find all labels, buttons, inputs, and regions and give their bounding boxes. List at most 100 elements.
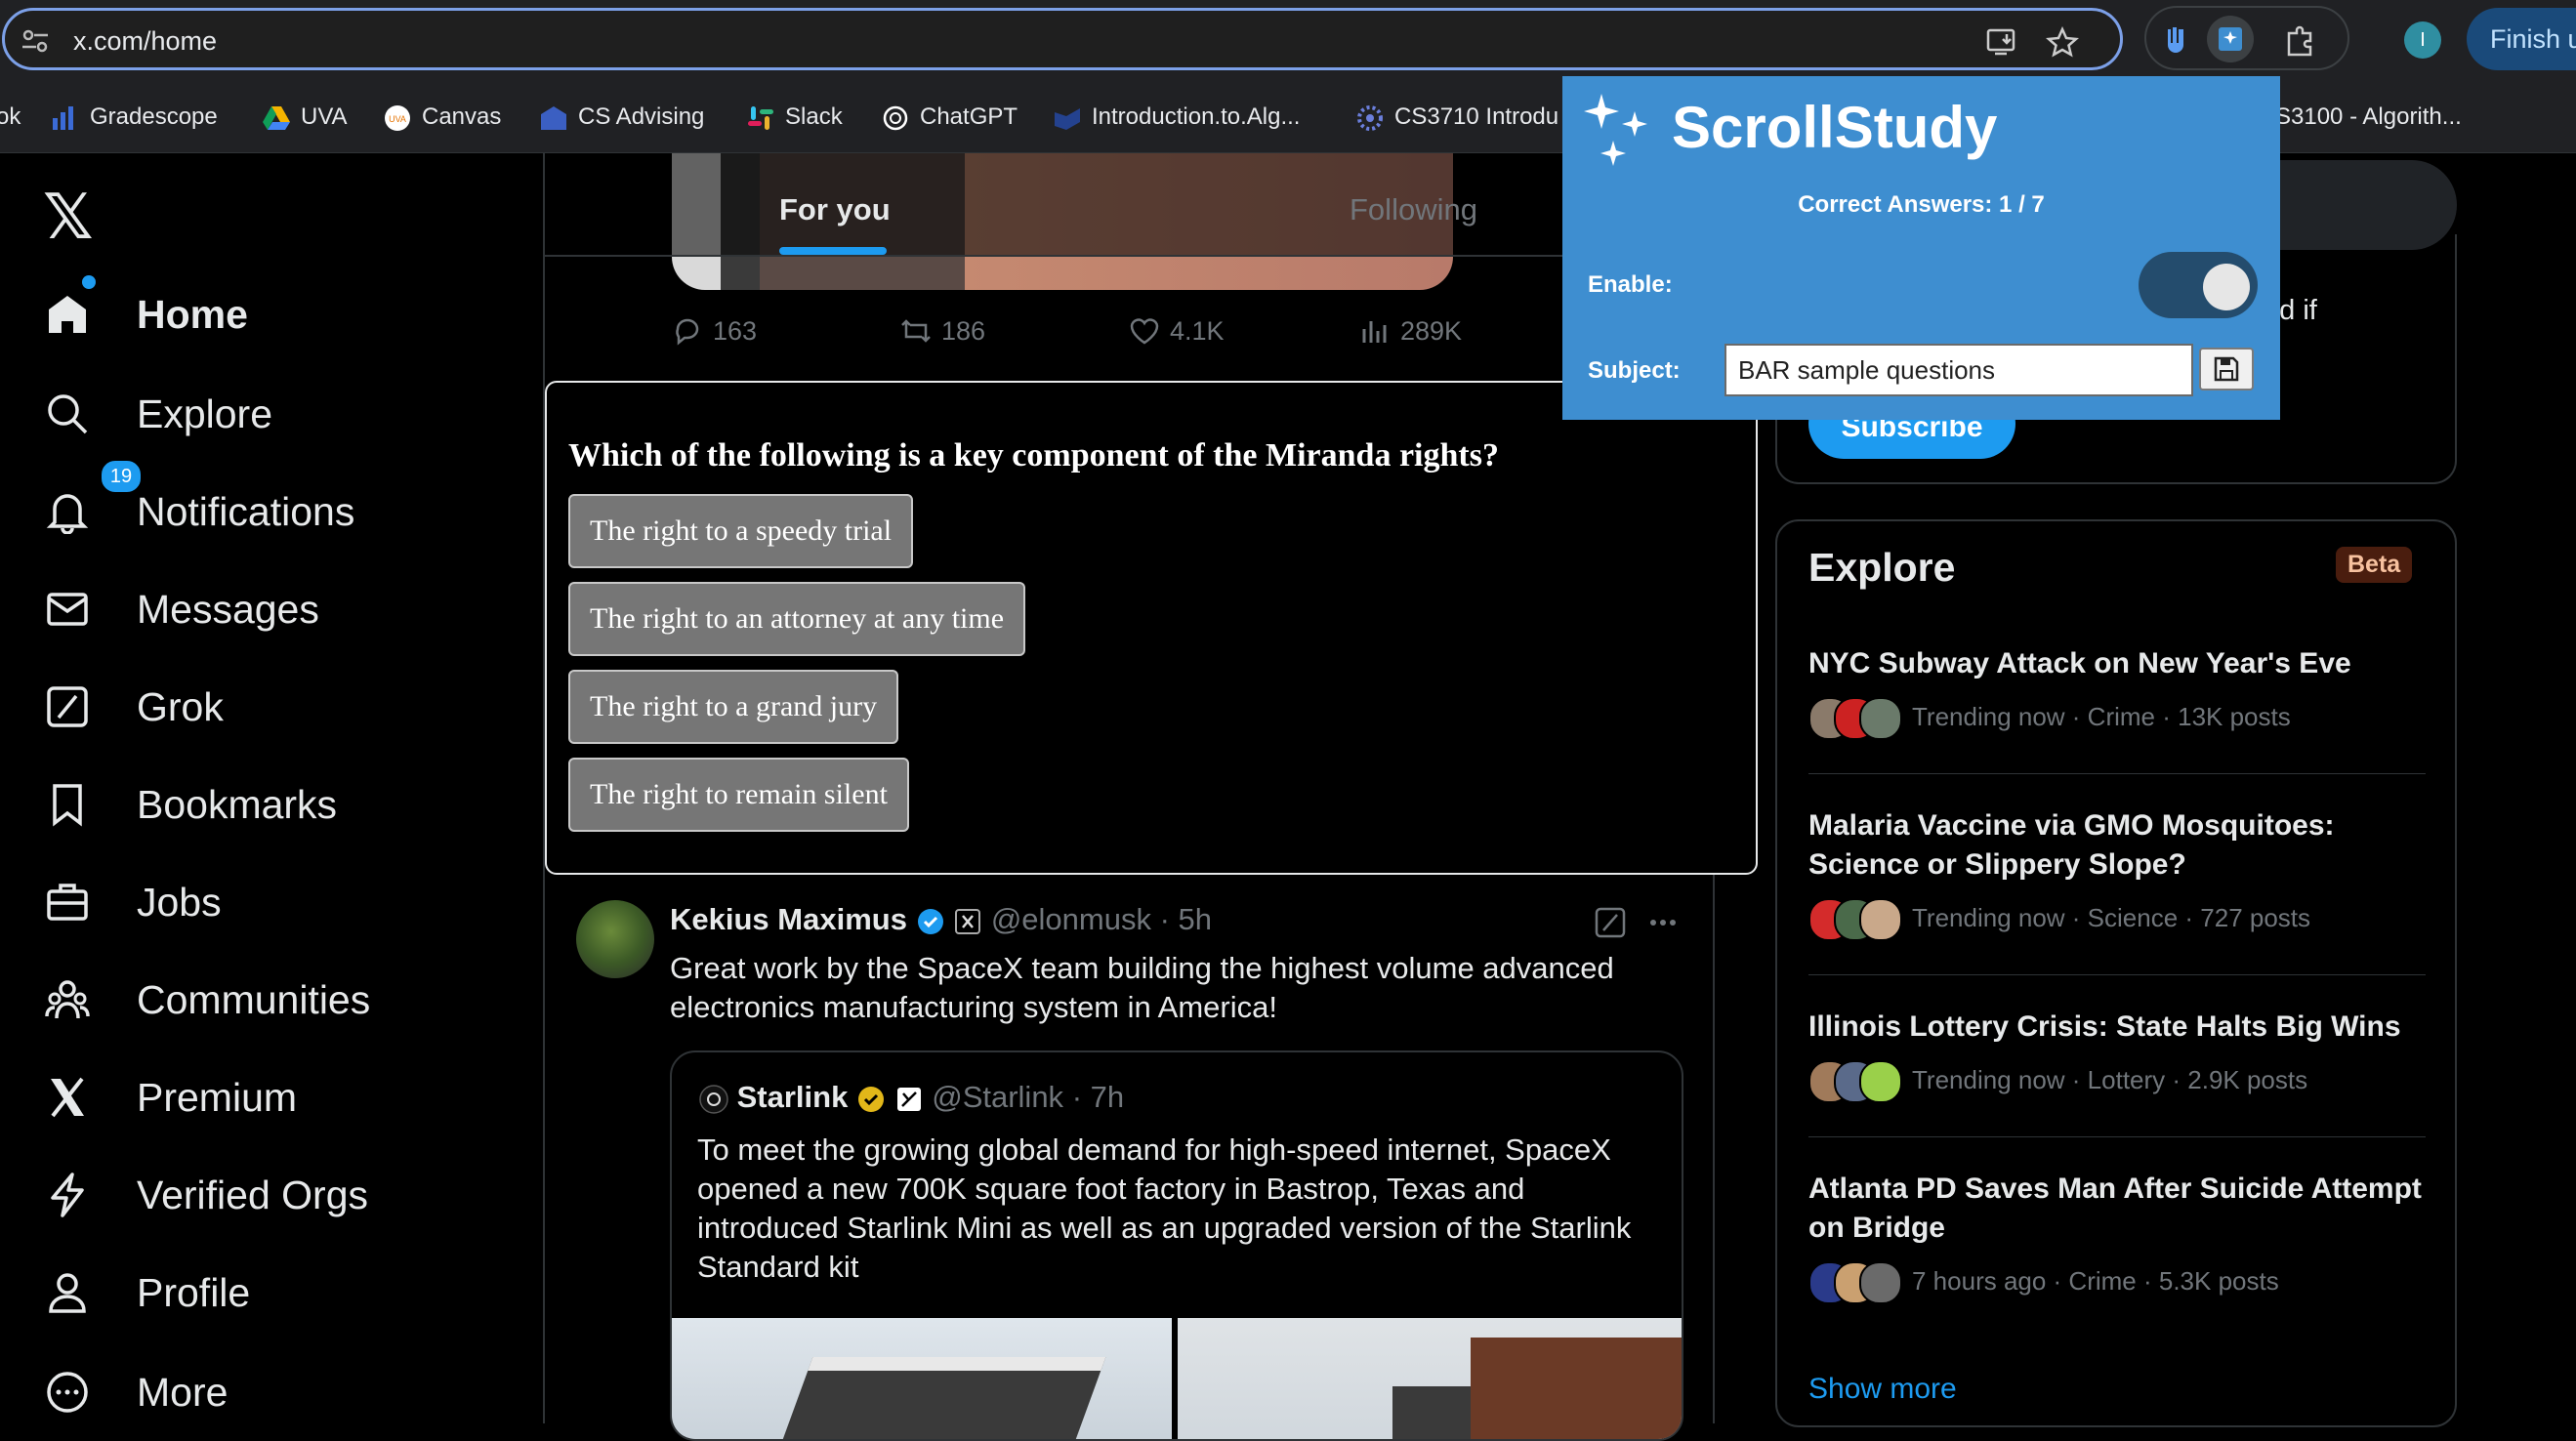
avatar[interactable] bbox=[576, 900, 654, 978]
star-bookmark-icon[interactable] bbox=[2046, 26, 2079, 58]
nav-grok[interactable]: Grok bbox=[45, 676, 224, 738]
starlink-avatar-icon bbox=[699, 1085, 728, 1114]
brick-building bbox=[1471, 1338, 1682, 1439]
verified-badge-icon bbox=[917, 908, 943, 934]
bookmark-slack[interactable]: Slack bbox=[746, 103, 843, 132]
views-button[interactable]: 289K bbox=[1359, 315, 1462, 347]
bar-chart-icon bbox=[53, 105, 73, 130]
trend-meta: Trending now · Crime · 13K posts bbox=[1808, 697, 2291, 740]
nav-more[interactable]: More bbox=[45, 1361, 228, 1423]
bookmark-icon bbox=[53, 784, 82, 827]
nav-explore[interactable]: Explore bbox=[45, 383, 272, 445]
repost-button[interactable]: 186 bbox=[900, 315, 985, 347]
quote-text: To meet the growing global demand for hi… bbox=[697, 1132, 1632, 1284]
extensions-menu-button[interactable] bbox=[2277, 16, 2324, 62]
nav-messages[interactable]: Messages bbox=[45, 578, 319, 640]
bookmark-cs3100[interactable]: S3100 - Algorith... bbox=[2275, 103, 2462, 131]
tab-for-you[interactable]: For you bbox=[779, 192, 891, 227]
slack-icon bbox=[748, 105, 773, 130]
like-button[interactable]: 4.1K bbox=[1129, 315, 1225, 347]
profile-avatar[interactable]: I bbox=[2404, 21, 2441, 59]
trend-title: Illinois Lottery Crisis: State Halts Big… bbox=[1808, 1010, 2401, 1043]
view-count: 289K bbox=[1400, 315, 1463, 346]
author-handle[interactable]: @elonmusk bbox=[991, 902, 1151, 936]
tweet-time[interactable]: · 5h bbox=[1160, 902, 1212, 936]
bookmark-cs3710[interactable]: CS3710 Introdu bbox=[1355, 103, 1558, 132]
x-premium-icon bbox=[51, 1077, 84, 1118]
site-settings-icon[interactable] bbox=[21, 28, 50, 54]
extension-pin-button[interactable] bbox=[2152, 16, 2199, 62]
nav-jobs[interactable]: Jobs bbox=[45, 871, 222, 933]
nav-verified-orgs[interactable]: Verified Orgs bbox=[45, 1164, 368, 1226]
bookmark-uva[interactable]: UVA bbox=[262, 103, 348, 132]
explore-panel: Explore Beta NYC Subway Attack on New Ye… bbox=[1775, 519, 2457, 1427]
save-subject-button[interactable] bbox=[2199, 348, 2254, 391]
nav-label: Notifications bbox=[137, 488, 355, 534]
finish-update-button[interactable]: Finish u bbox=[2467, 8, 2576, 70]
x-logo[interactable]: 𝕏 bbox=[43, 182, 94, 254]
nav-profile[interactable]: Profile bbox=[45, 1261, 250, 1324]
quote-time: · 7h bbox=[1071, 1080, 1125, 1114]
address-bar[interactable]: x.com/home bbox=[2, 8, 2123, 70]
nav-label: Grok bbox=[137, 683, 224, 729]
bookmark-canvas[interactable]: UVA Canvas bbox=[383, 103, 501, 132]
bookmark-chatgpt[interactable]: ChatGPT bbox=[881, 103, 1018, 132]
toggle-knob bbox=[2203, 264, 2250, 310]
timeline-tabs: For you Following bbox=[545, 153, 1713, 257]
nav-premium[interactable]: Premium bbox=[45, 1066, 297, 1129]
explore-title: Explore bbox=[1808, 545, 1956, 590]
nav-label: More bbox=[137, 1369, 229, 1415]
nav-communities[interactable]: Communities bbox=[45, 968, 370, 1031]
show-more-link[interactable]: Show more bbox=[1808, 1373, 1957, 1406]
quiz-option[interactable]: The right to a grand jury bbox=[568, 670, 899, 744]
scrollstudy-extension-button[interactable] bbox=[2207, 16, 2254, 62]
nav-label: Explore bbox=[137, 391, 273, 436]
search-icon bbox=[48, 394, 88, 434]
trend-meta: 7 hours ago · Crime · 5.3K posts bbox=[1808, 1261, 2279, 1304]
enable-label: Enable: bbox=[1588, 271, 1673, 298]
book-icon bbox=[1055, 107, 1080, 130]
factory-photo[interactable] bbox=[672, 1318, 1172, 1439]
sparkles-icon bbox=[1584, 94, 1647, 166]
nav-label: Messages bbox=[137, 586, 319, 632]
install-app-icon[interactable] bbox=[1985, 26, 2018, 58]
nav-label: Communities bbox=[137, 976, 371, 1022]
extensions-group bbox=[2144, 6, 2349, 70]
beta-badge: Beta bbox=[2336, 547, 2413, 583]
quiz-option[interactable]: The right to a speedy trial bbox=[568, 494, 914, 568]
tab-following[interactable]: Following bbox=[1350, 192, 1477, 227]
quote-author: Starlink bbox=[736, 1080, 849, 1114]
subject-input[interactable] bbox=[1724, 344, 2193, 396]
nav-bookmarks[interactable]: Bookmarks bbox=[45, 773, 337, 836]
reply-icon bbox=[676, 318, 699, 346]
nav-notifications[interactable]: 19 Notifications bbox=[45, 459, 354, 543]
nav-home[interactable]: Home bbox=[45, 275, 248, 346]
bookmark-item[interactable]: ok bbox=[0, 103, 21, 131]
popup-title: ScrollStudy bbox=[1672, 95, 1998, 160]
bookmark-intro-algorithms[interactable]: Introduction.to.Alg... bbox=[1053, 103, 1300, 132]
new-posts-dot bbox=[82, 275, 96, 289]
heart-icon bbox=[1130, 318, 1159, 345]
nav-label: Premium bbox=[137, 1074, 298, 1120]
more-options-icon[interactable] bbox=[1646, 906, 1680, 939]
quoted-tweet[interactable]: Starlink @Starlink · 7h To meet the grow… bbox=[670, 1050, 1683, 1441]
briefcase-icon bbox=[47, 884, 88, 921]
factory-photo[interactable] bbox=[1178, 1318, 1682, 1439]
bookmark-gradescope[interactable]: Gradescope bbox=[51, 103, 218, 132]
trend-avatars bbox=[1808, 1060, 1902, 1103]
bookmark-cs-advising[interactable]: CS Advising bbox=[539, 103, 704, 132]
grok-icon bbox=[47, 686, 88, 727]
grok-explain-icon[interactable] bbox=[1594, 906, 1627, 939]
building-roof bbox=[765, 1357, 1106, 1439]
svg-text:UVA: UVA bbox=[389, 114, 406, 124]
tweet-text: Great work by the SpaceX team building t… bbox=[670, 951, 1614, 1024]
nav-label: Bookmarks bbox=[137, 781, 338, 827]
quiz-question: Which of the following is a key componen… bbox=[568, 437, 1499, 473]
drive-icon bbox=[263, 105, 290, 130]
reply-button[interactable]: 163 bbox=[672, 315, 757, 347]
trend-meta: Trending now · Science · 727 posts bbox=[1808, 898, 2310, 941]
author-name[interactable]: Kekius Maximus bbox=[670, 902, 907, 936]
quiz-option[interactable]: The right to an attorney at any time bbox=[568, 582, 1026, 656]
quiz-option[interactable]: The right to remain silent bbox=[568, 758, 909, 832]
enable-toggle[interactable] bbox=[2139, 252, 2258, 318]
